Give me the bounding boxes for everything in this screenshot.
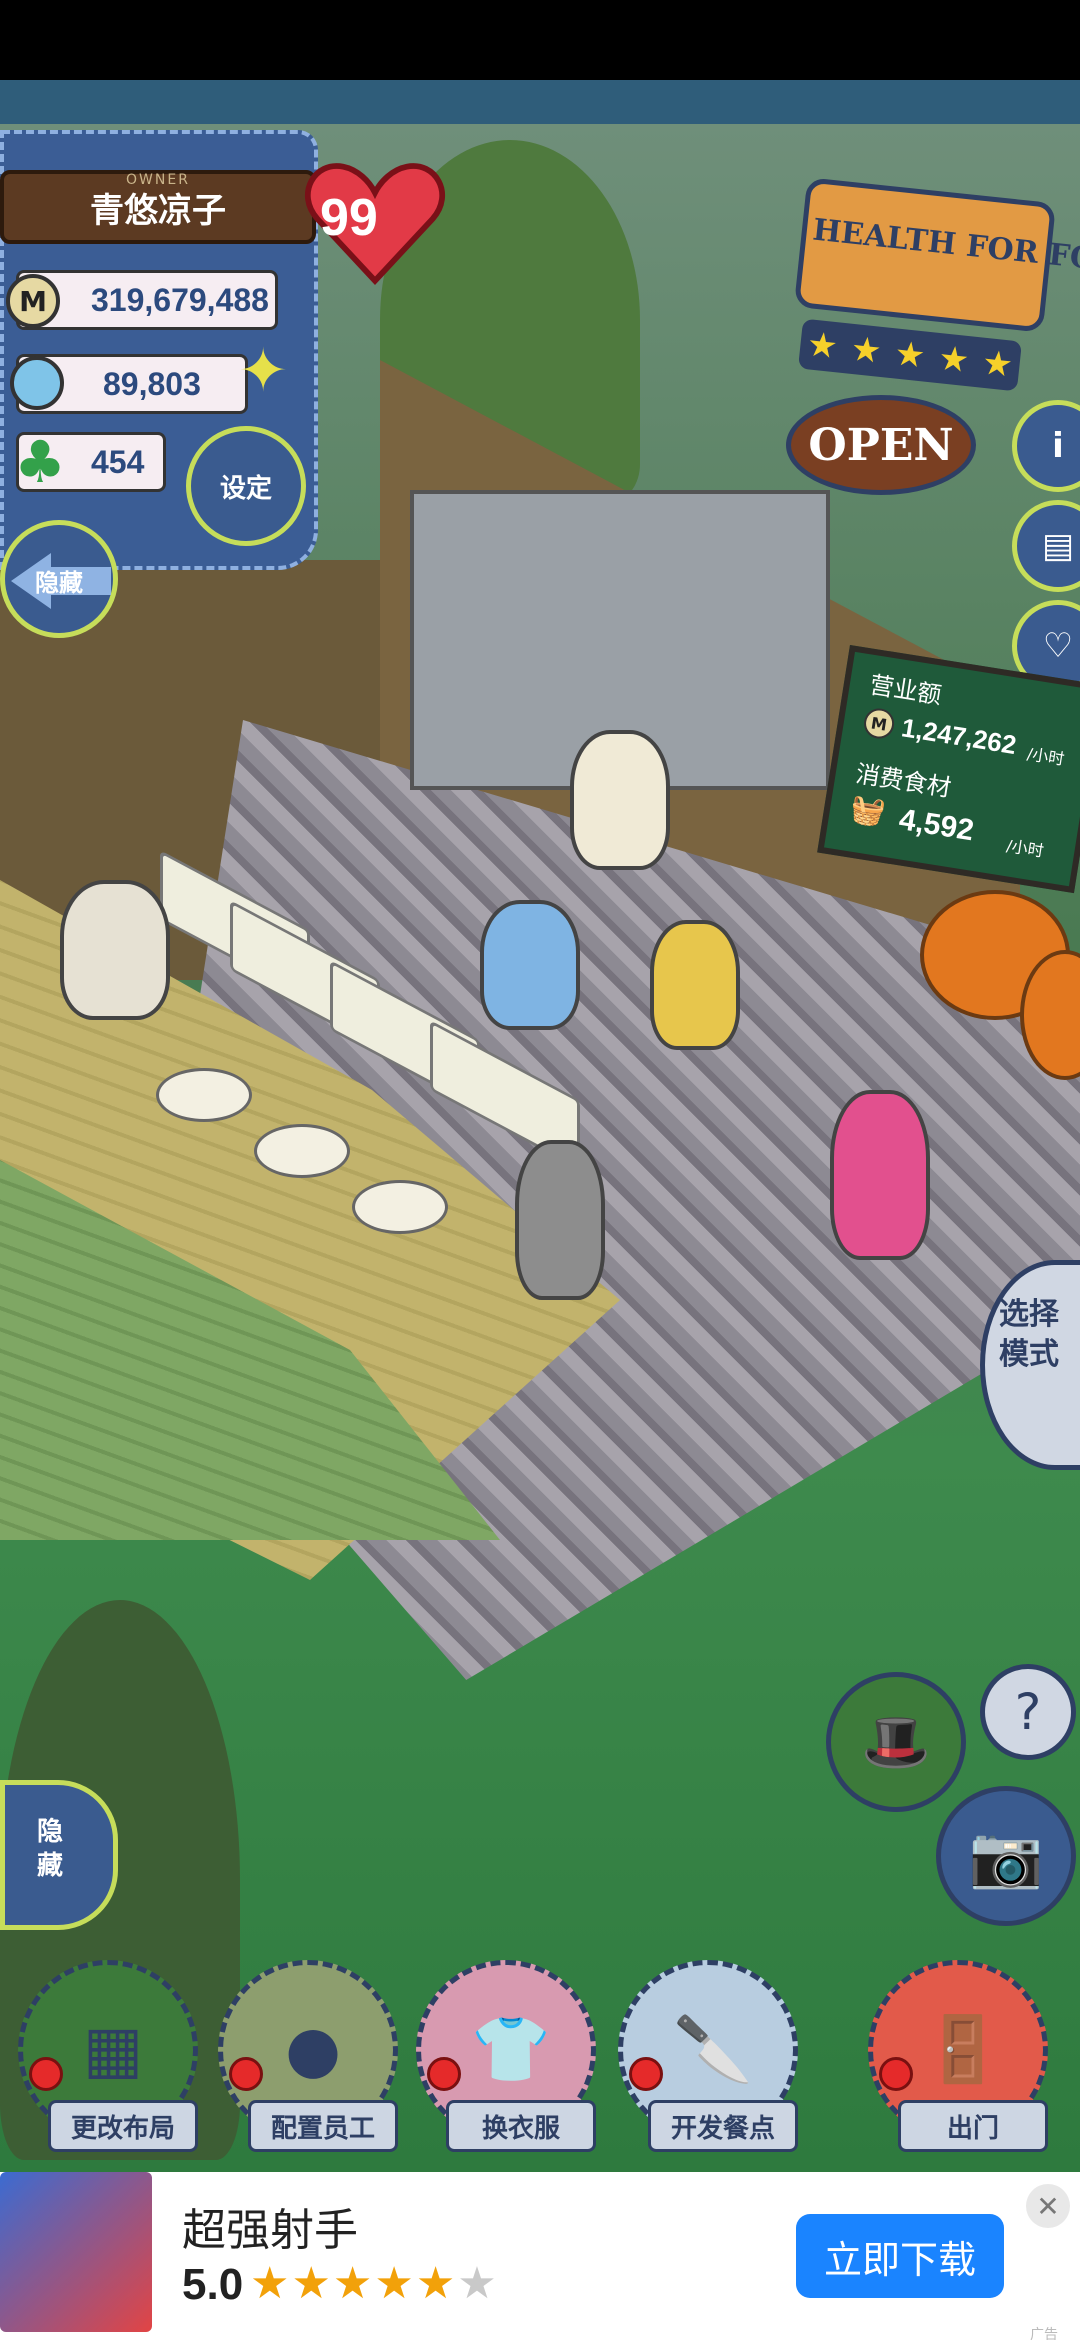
- open-sign[interactable]: OPEN: [786, 395, 976, 495]
- ad-tag: 广告: [1030, 2327, 1058, 2340]
- star-icon: ★: [332, 2258, 375, 2309]
- consume-value: 4,592: [896, 803, 977, 848]
- owner-name: 青悠凉子: [90, 190, 226, 231]
- close-icon: ✕: [1036, 2189, 1060, 2223]
- statue-cat: [60, 880, 170, 1020]
- mode-label: 选择模式: [999, 1297, 1059, 1372]
- ad-score: 5.0: [182, 2260, 244, 2309]
- star-icon: ★: [374, 2258, 416, 2309]
- seat-cushion[interactable]: [156, 1068, 252, 1122]
- download-button[interactable]: 立即下载: [796, 2214, 1004, 2298]
- settings-button[interactable]: 设定: [186, 426, 306, 546]
- star-icon: ★: [457, 2258, 499, 2309]
- ad-banner[interactable]: 超强射手 5.0 ★★★★★★ 立即下载 ✕ 广告: [0, 2172, 1080, 2340]
- revenue-unit: /小时: [1025, 744, 1066, 769]
- star-icon: ★: [250, 2258, 292, 2309]
- help-icon: ?: [1014, 1683, 1042, 1741]
- customer-character[interactable]: [480, 900, 580, 1030]
- notification-pin-icon: [629, 2057, 663, 2091]
- star-icon: ★: [936, 338, 972, 382]
- coin-icon: M: [861, 706, 897, 741]
- download-label: 立即下载: [823, 2237, 976, 2282]
- star-icon: ★: [980, 342, 1015, 386]
- hat-button[interactable]: 🎩: [826, 1672, 966, 1812]
- hide-label: 隐藏: [35, 569, 83, 597]
- notification-pin-icon: [229, 2057, 263, 2091]
- shirt-icon: 👕: [471, 2013, 551, 2087]
- notification-pin-icon: [29, 2057, 63, 2091]
- sparkle-icon: ✦: [238, 336, 289, 406]
- close-ad-button[interactable]: ✕: [1026, 2184, 1070, 2228]
- ad-app-icon[interactable]: [0, 2172, 152, 2332]
- ad-title: 超强射手: [182, 2205, 358, 2256]
- knife-icon: 🔪: [673, 2013, 753, 2087]
- food-basket-icon: [10, 356, 64, 410]
- customer-character[interactable]: [515, 1140, 605, 1300]
- hat-icon: 🎩: [861, 1710, 931, 1775]
- staff-character[interactable]: [570, 730, 670, 870]
- menu-label: 更改布局: [48, 2100, 198, 2152]
- food-value: 89,803: [103, 365, 201, 402]
- revenue-label: 营业额: [867, 670, 944, 710]
- staff-character[interactable]: [650, 920, 740, 1050]
- door-icon: 🚪: [923, 2013, 1003, 2087]
- notification-pin-icon: [879, 2057, 913, 2091]
- table-icon: ▦: [82, 2013, 144, 2087]
- owner-caption: OWNER: [126, 172, 190, 188]
- food-basket-icon: 🧺: [847, 791, 888, 830]
- ad-rating: ★★★★★★: [250, 2258, 499, 2309]
- owner-name-tag: OWNER 青悠凉子: [0, 170, 316, 244]
- open-label: OPEN: [808, 419, 954, 471]
- bunting-decoration: [0, 80, 1080, 124]
- coins-value: 319,679,488: [91, 281, 269, 318]
- star-icon: ★: [415, 2258, 458, 2309]
- camera-icon: 📷: [968, 1821, 1044, 1892]
- info-icon: i: [1052, 426, 1064, 466]
- notification-pin-icon: [427, 2057, 461, 2091]
- status-bar: [0, 0, 1080, 80]
- camera-button[interactable]: 📷: [936, 1786, 1076, 1926]
- earnings-board: 营业额 M 1,247,262 /小时 消费食材 🧺 4,592 /小时: [817, 645, 1080, 894]
- hide-label: 隐藏: [37, 1817, 64, 1881]
- star-icon: ★: [848, 328, 884, 372]
- menu-label: 换衣服: [446, 2100, 596, 2152]
- hide-menu-button[interactable]: 隐藏: [0, 1780, 118, 1930]
- star-icon: ★: [892, 333, 928, 377]
- clover-icon: ♣: [14, 428, 66, 496]
- hide-panel-button[interactable]: 隐藏: [0, 520, 118, 638]
- bear-icon: ●: [285, 2013, 341, 2087]
- settings-label: 设定: [219, 473, 272, 504]
- consume-unit: /小时: [1005, 836, 1046, 861]
- menu-label: 配置员工: [248, 2100, 398, 2152]
- book-icon: ▤: [1041, 526, 1075, 566]
- help-button[interactable]: ?: [980, 1664, 1076, 1760]
- revenue-value: 1,247,262: [899, 712, 1019, 761]
- menu-label: 开发餐点: [648, 2100, 798, 2152]
- game-screen: OWNER 青悠凉子 99 319,679,488 M 89,803 ✦ 454…: [0, 0, 1080, 2340]
- customer-character[interactable]: [830, 1090, 930, 1260]
- star-icon: ★: [291, 2258, 333, 2309]
- clover-value: 454: [91, 443, 145, 480]
- heart-icon: ♡: [1042, 626, 1074, 666]
- coin-icon: M: [6, 274, 60, 328]
- seat-cushion[interactable]: [254, 1124, 350, 1178]
- level-value: 99: [320, 189, 378, 247]
- menu-label: 出门: [898, 2100, 1048, 2152]
- star-icon: ★: [805, 324, 840, 368]
- seat-cushion[interactable]: [352, 1180, 448, 1234]
